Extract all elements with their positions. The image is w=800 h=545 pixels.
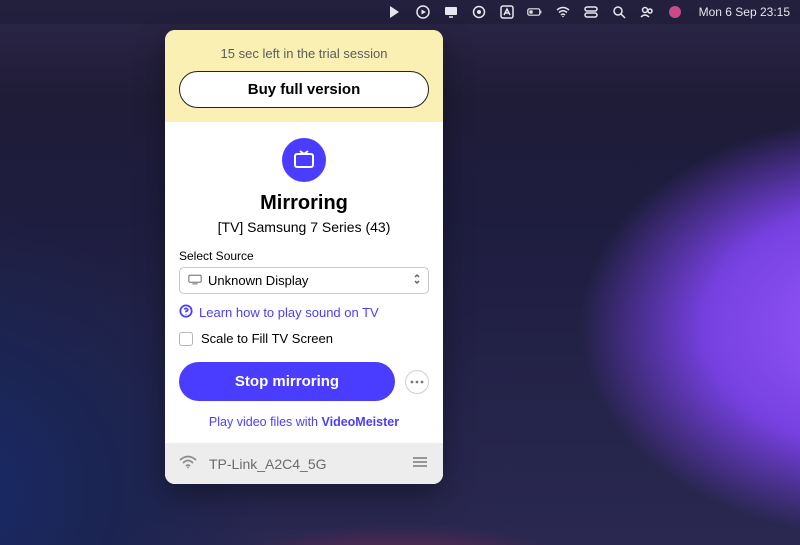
menu-bar: Mon 6 Sep 23:15 — [0, 0, 800, 24]
trial-banner: 15 sec left in the trial session Buy ful… — [165, 30, 443, 122]
network-name: TP-Link_A2C4_5G — [209, 456, 399, 472]
wifi-icon — [179, 455, 197, 472]
siri-icon[interactable] — [667, 4, 683, 20]
popover-footer: TP-Link_A2C4_5G — [165, 443, 443, 484]
stop-mirroring-button[interactable]: Stop mirroring — [179, 362, 395, 401]
wifi-icon[interactable] — [555, 4, 571, 20]
play-circle-icon[interactable] — [415, 4, 431, 20]
input-source-icon[interactable] — [499, 4, 515, 20]
more-options-button[interactable] — [405, 370, 429, 394]
display-icon — [188, 273, 202, 288]
buy-full-version-button[interactable]: Buy full version — [179, 71, 429, 108]
trial-message: 15 sec left in the trial session — [179, 46, 429, 61]
battery-icon[interactable] — [527, 4, 543, 20]
app-menubar-icon[interactable] — [387, 4, 403, 20]
tv-icon — [282, 138, 326, 182]
promo-brand: VideoMeister — [321, 415, 399, 429]
source-label: Select Source — [179, 249, 429, 263]
control-center-icon[interactable] — [583, 4, 599, 20]
users-icon[interactable] — [639, 4, 655, 20]
videomeister-promo-link[interactable]: Play video files with VideoMeister — [179, 415, 429, 429]
action-row: Stop mirroring — [179, 362, 429, 401]
help-text: Learn how to play sound on TV — [199, 305, 379, 320]
mirroring-title: Mirroring — [179, 192, 429, 215]
promo-prefix: Play video files with — [209, 415, 322, 429]
display-icon[interactable] — [443, 4, 459, 20]
source-select[interactable]: Unknown Display — [179, 267, 429, 294]
scale-to-fill-checkbox[interactable] — [179, 332, 193, 346]
sound-help-link[interactable]: Learn how to play sound on TV — [179, 304, 429, 321]
help-icon — [179, 304, 193, 321]
source-value: Unknown Display — [208, 273, 406, 288]
target-device-name: [TV] Samsung 7 Series (43) — [179, 219, 429, 235]
menu-button[interactable] — [411, 455, 429, 472]
record-icon[interactable] — [471, 4, 487, 20]
scale-to-fill-label: Scale to Fill TV Screen — [201, 331, 333, 346]
chevron-updown-icon — [412, 272, 422, 289]
mirroring-popover: 15 sec left in the trial session Buy ful… — [165, 30, 443, 484]
spotlight-icon[interactable] — [611, 4, 627, 20]
popover-main: Mirroring [TV] Samsung 7 Series (43) Sel… — [165, 122, 443, 443]
scale-to-fill-row: Scale to Fill TV Screen — [179, 331, 429, 346]
clock[interactable]: Mon 6 Sep 23:15 — [699, 5, 790, 19]
